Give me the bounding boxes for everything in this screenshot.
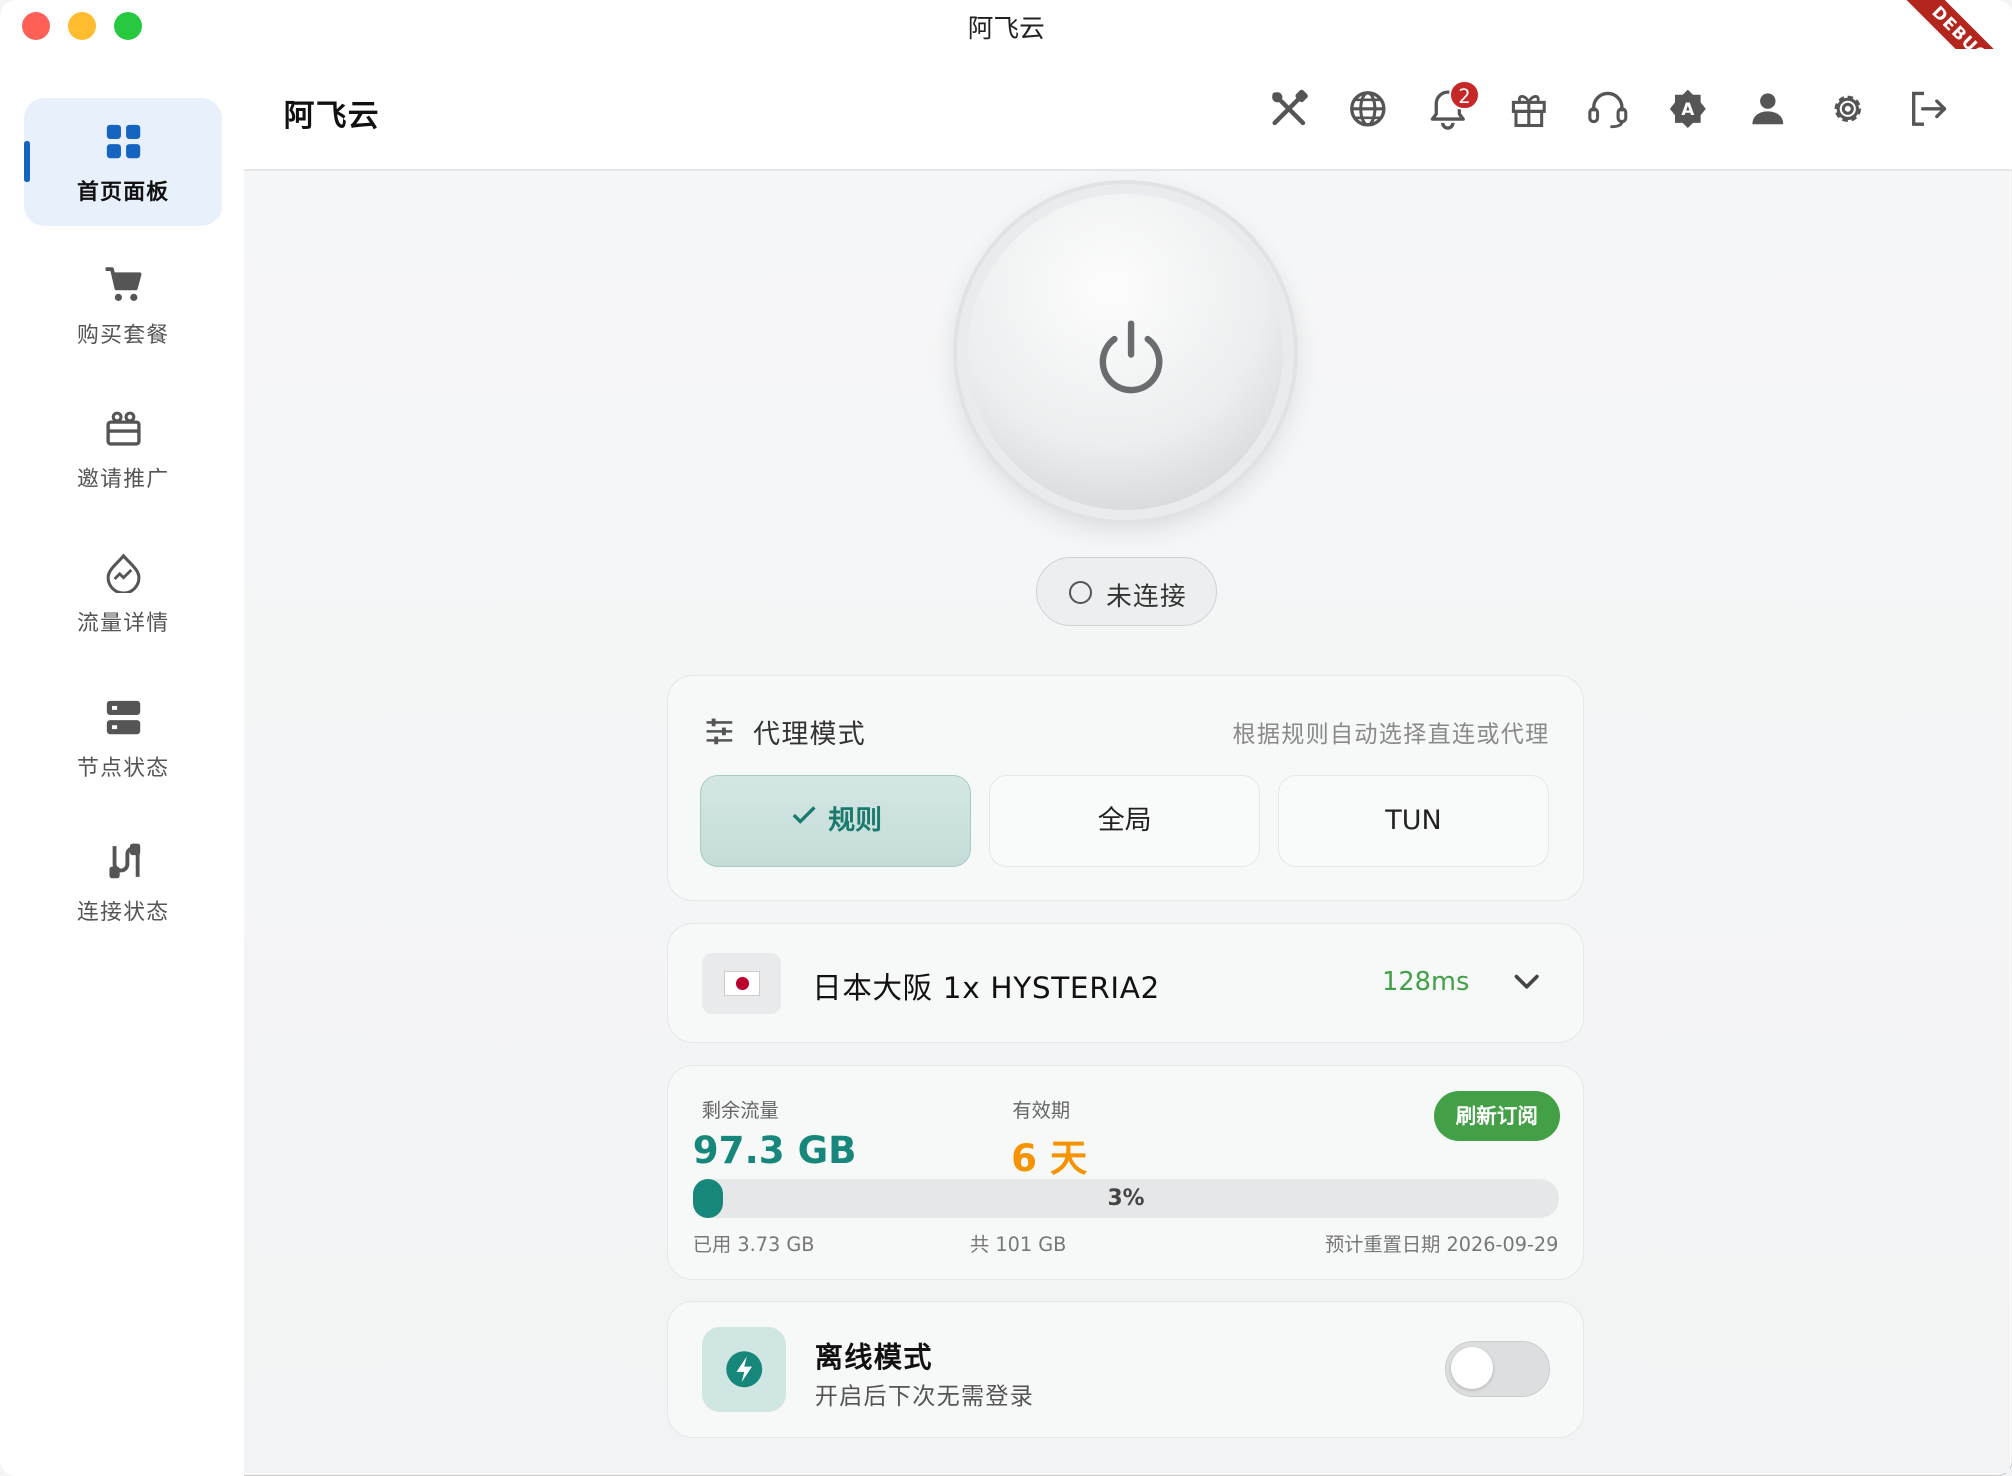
window-title: 阿飞云: [967, 13, 1045, 44]
title-bar: 阿飞云: [0, 0, 2012, 49]
cart-icon: [105, 267, 142, 302]
connection-status-text: 未连接: [1106, 582, 1187, 612]
mode-global-label: 全局: [1097, 804, 1152, 836]
connection-icon: [109, 843, 140, 878]
offline-mode-subtitle: 开启后下次无需登录: [814, 1383, 1035, 1410]
sidebar-item-connections[interactable]: 连接状态: [24, 818, 222, 946]
sidebar-item-label: 购买套餐: [77, 323, 170, 349]
translate-icon[interactable]: A: [1666, 87, 1710, 131]
sidebar-item-dashboard[interactable]: 首页面板: [24, 97, 223, 226]
sidebar-item-label: 节点状态: [77, 755, 170, 781]
server-icon: [106, 700, 140, 735]
gift-box-icon: [106, 411, 141, 446]
gift-icon[interactable]: [1507, 87, 1551, 131]
proxy-mode-card: 代理模式 根据规则自动选择直连或代理 规则 全局 TUN: [667, 675, 1584, 901]
page-title: 阿飞云: [283, 97, 380, 134]
globe-icon[interactable]: [1346, 87, 1390, 131]
subscription-traffic-card: 剩余流量 97.3 GB 有效期 6 天 刷新订阅 3% 已用 3.73 GB …: [667, 1065, 1584, 1280]
reset-date-text: 预计重置日期 2026-09-29: [1324, 1233, 1559, 1257]
mode-rule-label: 规则: [828, 804, 883, 836]
notifications-button[interactable]: 2: [1426, 79, 1480, 131]
check-icon: [790, 777, 818, 867]
sidebar-item-invite[interactable]: 邀请推广: [24, 385, 222, 513]
headset-icon[interactable]: [1586, 87, 1630, 131]
remaining-traffic-value: 97.3 GB: [692, 1127, 857, 1172]
offline-mode-toggle[interactable]: [1444, 1340, 1551, 1398]
header-bar: 阿飞云 2 A: [243, 48, 2012, 171]
mode-tun-button[interactable]: TUN: [1278, 774, 1549, 868]
user-icon[interactable]: [1746, 87, 1790, 131]
traffic-icon: [106, 553, 141, 593]
sidebar-item-label: 流量详情: [77, 610, 170, 636]
validity-value: 6 天: [1011, 1135, 1088, 1180]
settings-icon[interactable]: [1826, 87, 1870, 131]
sliders-icon: [706, 718, 733, 745]
node-name: 日本大阪 1x HYSTERIA2: [812, 970, 1160, 1005]
offline-mode-card: 离线模式 开启后下次无需登录: [667, 1301, 1584, 1438]
proxy-mode-description: 根据规则自动选择直连或代理: [1232, 721, 1550, 748]
toggle-knob: [1451, 1347, 1494, 1390]
sidebar-item-label: 首页面板: [77, 179, 170, 205]
sidebar-item-nodes[interactable]: 节点状态: [24, 674, 222, 802]
lightning-icon: [726, 1351, 763, 1388]
tools-icon[interactable]: [1267, 87, 1311, 131]
offline-mode-icon-tile: [701, 1326, 787, 1412]
status-indicator-icon: [1068, 581, 1092, 605]
svg-text:A: A: [1681, 100, 1694, 119]
sidebar: 首页面板 购买套餐 邀请推广 流量详情 节点状态 连接状态: [0, 48, 244, 1476]
node-selector-card[interactable]: 日本大阪 1x HYSTERIA2 128ms: [667, 922, 1584, 1044]
refresh-subscription-button[interactable]: 刷新订阅: [1433, 1090, 1560, 1141]
traffic-usage-bar: 3%: [692, 1179, 1560, 1218]
validity-label: 有效期: [1012, 1098, 1071, 1122]
sidebar-item-traffic[interactable]: 流量详情: [24, 529, 222, 657]
power-button[interactable]: [957, 183, 1294, 520]
traffic-usage-percent: 3%: [1107, 1185, 1145, 1211]
power-icon: [1099, 320, 1163, 393]
logout-icon[interactable]: [1906, 87, 1950, 131]
offline-mode-title: 离线模式: [814, 1340, 933, 1374]
power-button-face: [967, 193, 1284, 510]
sidebar-item-label: 邀请推广: [77, 467, 170, 493]
mode-tun-label: TUN: [1385, 804, 1442, 836]
node-latency: 128ms: [1382, 967, 1470, 998]
remaining-traffic-label: 剩余流量: [701, 1098, 779, 1122]
sidebar-item-label: 连接状态: [77, 899, 170, 925]
app-window: 阿飞云 DEBUG 首页面板 购买套餐 邀请推广 流量详情 节点状态 连接状态 …: [0, 0, 2012, 1476]
used-traffic-text: 已用 3.73 GB: [692, 1233, 815, 1257]
chevron-down-icon[interactable]: [1510, 965, 1543, 998]
main-content: 未连接 代理模式 根据规则自动选择直连或代理 规则 全局 TUN 日本大阪 1x…: [243, 170, 2010, 1474]
total-traffic-text: 共 101 GB: [970, 1233, 1067, 1257]
proxy-mode-title: 代理模式: [753, 719, 866, 751]
connection-status-pill: 未连接: [1035, 557, 1217, 627]
japan-flag-icon: [701, 953, 782, 1014]
mode-global-button[interactable]: 全局: [989, 774, 1261, 868]
notification-badge: 2: [1449, 79, 1480, 111]
dashboard-icon: [106, 124, 140, 158]
sidebar-item-buy[interactable]: 购买套餐: [24, 241, 222, 369]
mode-rule-button[interactable]: 规则: [700, 774, 972, 868]
